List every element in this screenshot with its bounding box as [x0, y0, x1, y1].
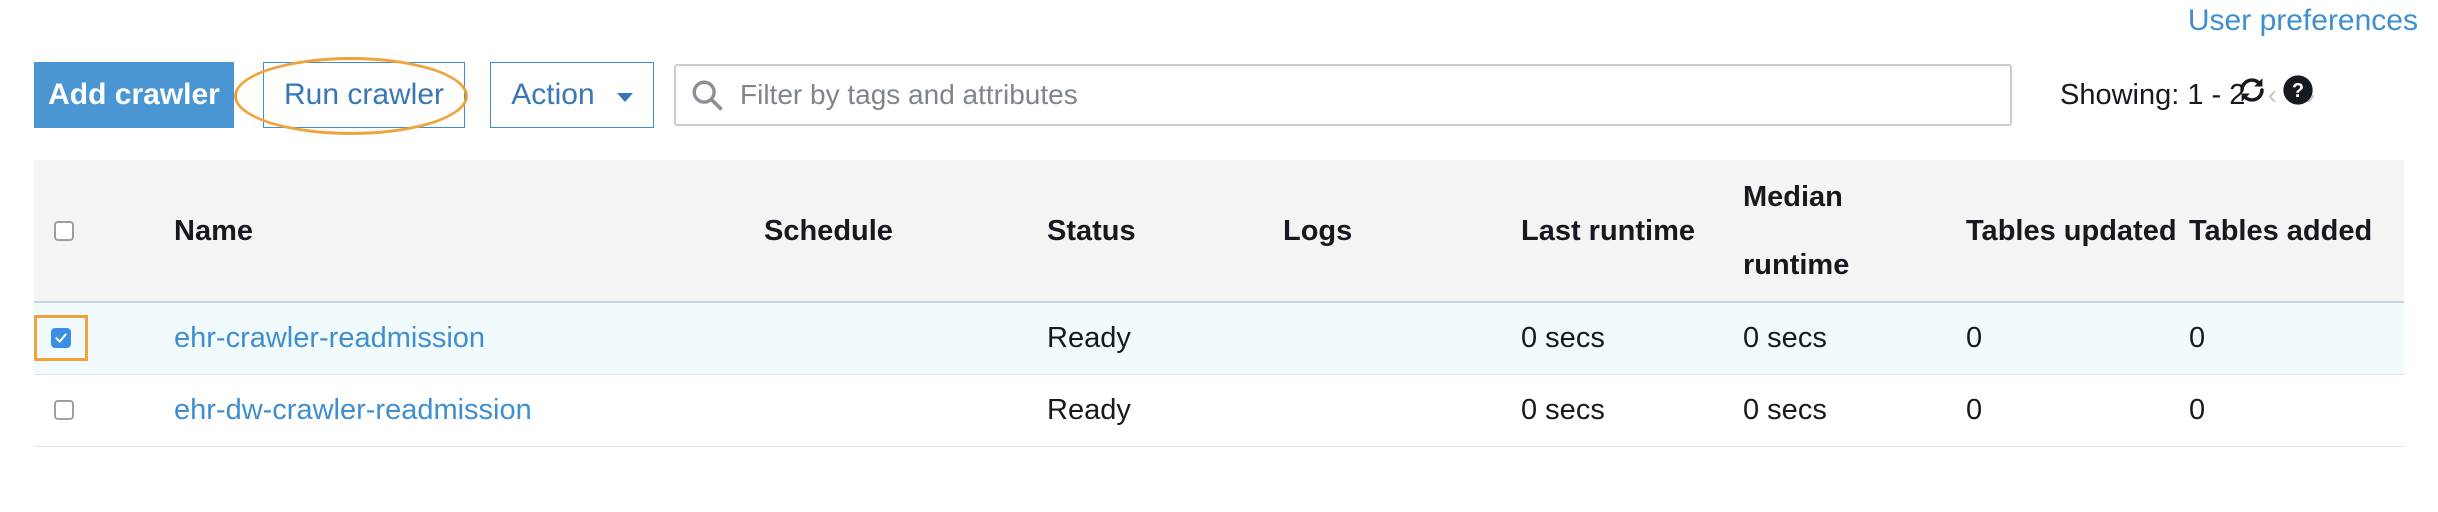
column-header-schedule[interactable]: Schedule — [764, 160, 1047, 302]
showing-count: Showing: 1 - 2 — [2060, 78, 2246, 111]
filter-search-box[interactable] — [674, 64, 2012, 126]
refresh-icon[interactable] — [2236, 74, 2268, 106]
svg-text:?: ? — [2292, 80, 2304, 102]
crawlers-page: User preferences Add crawler Run crawler… — [0, 0, 2438, 512]
row-checkbox[interactable] — [54, 400, 74, 420]
select-all-checkbox[interactable] — [54, 220, 74, 241]
median-runtime-cell: 0 secs — [1743, 393, 1827, 426]
user-preferences-link[interactable]: User preferences — [2188, 4, 2418, 38]
last-runtime-cell: 0 secs — [1521, 321, 1605, 354]
row-checkbox[interactable] — [51, 328, 71, 349]
checkbox-highlight — [34, 315, 88, 362]
column-header-tables-updated[interactable]: Tables updated — [1966, 160, 2189, 302]
crawler-name-link[interactable]: ehr-dw-crawler-readmission — [174, 394, 532, 426]
table-header-row: Name Schedule Status Logs Last runtime M… — [34, 160, 2404, 302]
column-header-tables-added[interactable]: Tables added — [2189, 160, 2404, 302]
tables-added-cell: 0 — [2189, 321, 2206, 354]
search-icon — [692, 80, 723, 111]
filter-input[interactable] — [738, 78, 1942, 112]
column-header-last-runtime[interactable]: Last runtime — [1521, 160, 1743, 302]
toolbar: Add crawler Run crawler Action Showing: … — [34, 57, 2438, 135]
median-runtime-cell: 0 secs — [1743, 321, 1827, 354]
table-row[interactable]: ehr-dw-crawler-readmission Ready 0 secs … — [34, 374, 2404, 446]
logs-cell — [1283, 302, 1521, 374]
tables-updated-cell: 0 — [1966, 321, 1983, 354]
action-dropdown-button[interactable]: Action — [490, 62, 654, 128]
column-header-name[interactable]: Name — [174, 160, 764, 302]
schedule-cell — [764, 302, 1047, 374]
table-row[interactable]: ehr-crawler-readmission Ready 0 secs 0 s… — [34, 302, 2404, 374]
status-cell: Ready — [1047, 393, 1131, 426]
crawlers-table: Name Schedule Status Logs Last runtime M… — [34, 160, 2404, 447]
add-crawler-button[interactable]: Add crawler — [34, 62, 234, 128]
run-crawler-button[interactable]: Run crawler — [263, 62, 465, 128]
median-runtime-line-1: Median — [1743, 180, 1843, 213]
tables-updated-cell: 0 — [1966, 393, 1983, 426]
crawler-name-link[interactable]: ehr-crawler-readmission — [174, 322, 485, 354]
column-header-median-runtime[interactable]: Median runtime — [1743, 160, 1966, 302]
action-label: Action — [511, 78, 595, 111]
logs-cell — [1283, 374, 1521, 446]
column-header-logs[interactable]: Logs — [1283, 160, 1521, 302]
tables-added-cell: 0 — [2189, 393, 2206, 426]
schedule-cell — [764, 374, 1047, 446]
caret-down-icon — [616, 92, 633, 102]
checkmark-icon — [55, 333, 67, 343]
select-all-cell — [34, 160, 174, 302]
help-icon[interactable]: ? — [2282, 74, 2314, 106]
run-crawler-label: Run crawler — [283, 78, 445, 111]
column-header-status[interactable]: Status — [1047, 160, 1283, 302]
row-select-cell — [34, 374, 174, 446]
status-cell: Ready — [1047, 321, 1131, 354]
last-runtime-cell: 0 secs — [1521, 393, 1605, 426]
row-select-cell — [34, 302, 174, 374]
median-runtime-line-2: runtime — [1743, 248, 1850, 281]
